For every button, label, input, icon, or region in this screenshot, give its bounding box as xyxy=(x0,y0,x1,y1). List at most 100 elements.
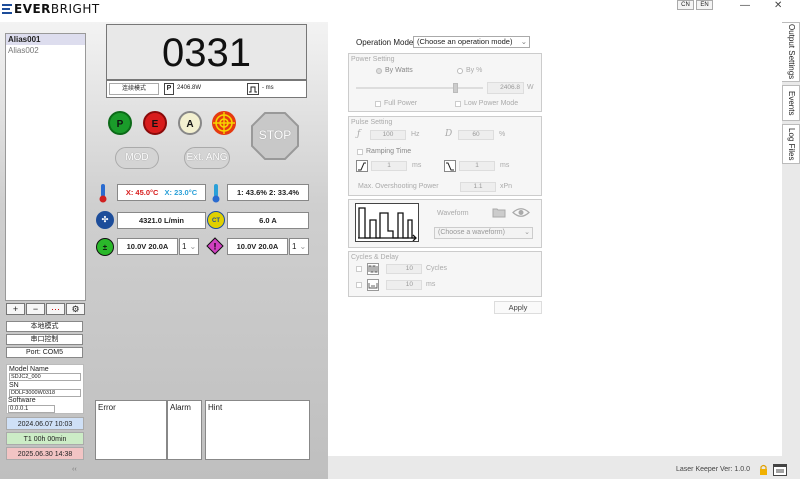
delay-icon xyxy=(367,279,379,291)
cycles-input[interactable]: 10 xyxy=(386,264,422,274)
mode-label: 连续模式 xyxy=(109,83,159,95)
ps2-box: 10.0V 20.0A xyxy=(227,238,288,255)
low-power-label: Low Power Mode xyxy=(464,100,519,107)
operation-mode-select[interactable]: (Choose an operation mode) ⌄ xyxy=(413,36,530,48)
add-button[interactable]: + xyxy=(6,303,25,315)
flow-icon: ✣ xyxy=(96,211,114,229)
remove-button[interactable]: − xyxy=(26,303,45,315)
overshoot-unit: xPn xyxy=(500,183,513,190)
collapse-icon[interactable]: ‹‹ xyxy=(72,466,77,473)
mod-button[interactable]: MOD xyxy=(115,147,159,169)
tab-events[interactable]: Events xyxy=(782,85,800,121)
power-slider-track[interactable] xyxy=(356,87,483,89)
alarm-panel: Alarm xyxy=(167,400,202,460)
by-percent-label: By % xyxy=(466,67,483,74)
p-button[interactable]: P xyxy=(108,111,132,135)
power-supply-icon: ± xyxy=(96,238,114,256)
logo-mark-icon xyxy=(2,4,12,14)
software-field: 0.0.0.1 xyxy=(8,405,55,413)
ps1-select[interactable]: 1 ⌄ xyxy=(179,238,199,255)
lang-en-button[interactable]: EN xyxy=(696,0,713,10)
frequency-input[interactable]: 100 xyxy=(370,130,406,140)
waveform-select[interactable]: (Choose a waveform) ⌄ xyxy=(434,227,533,239)
humidity-icon xyxy=(210,183,222,203)
current-ct-icon: CT xyxy=(207,211,225,229)
list-item[interactable]: Alias001 xyxy=(6,34,85,45)
software-label: Software xyxy=(8,397,36,404)
model-field: SDJC2_000 xyxy=(9,373,81,381)
power-input[interactable]: 2406.8 xyxy=(487,82,524,94)
stop-button[interactable]: STOP xyxy=(251,112,299,160)
ext-ang-button[interactable]: Ext. ANG xyxy=(184,147,230,169)
temp-x2: X: 23.0°C xyxy=(164,188,198,197)
lang-cn-button[interactable]: CN xyxy=(677,0,694,10)
close-button[interactable]: ✕ xyxy=(774,0,782,11)
ramping-time-label: Ramping Time xyxy=(366,148,412,155)
sn-field: DDLF3000W0318 xyxy=(9,389,81,397)
status-subpanel: 连续模式 P 2406.8W - ms xyxy=(106,80,307,98)
waveform-preview-icon xyxy=(355,203,419,242)
temp-x1: X: 45.0°C xyxy=(125,188,159,197)
tab-log-files[interactable]: Log Files xyxy=(782,124,800,164)
ramp-down-input[interactable]: 1 xyxy=(459,161,495,171)
low-power-checkbox[interactable] xyxy=(455,101,461,107)
ps2-select[interactable]: 1 ⌄ xyxy=(289,238,309,255)
power-slider-handle[interactable] xyxy=(453,83,458,93)
stop-label: STOP xyxy=(258,128,292,142)
main-code-display: 0331 xyxy=(106,24,307,80)
aim-target-icon[interactable] xyxy=(211,110,237,136)
brand-logo: EVER BRIGHT xyxy=(2,2,100,16)
chevron-down-icon: ⌄ xyxy=(520,37,527,46)
tab-output-settings[interactable]: Output Settings xyxy=(782,22,800,82)
eye-icon[interactable] xyxy=(512,207,530,218)
duty-input[interactable]: 60 xyxy=(458,130,494,140)
console-icon[interactable] xyxy=(773,464,787,476)
settings-gear-icon[interactable]: ⚙ xyxy=(66,303,85,315)
delay-checkbox[interactable] xyxy=(356,282,362,288)
by-watts-label: By Watts xyxy=(385,67,413,74)
connect-button[interactable]: ⋯ xyxy=(46,303,65,315)
list-item[interactable]: Alias002 xyxy=(6,45,85,56)
current-box: 6.0 A xyxy=(227,212,309,229)
ramp-down-icon xyxy=(444,160,456,172)
folder-icon[interactable] xyxy=(492,207,506,218)
by-watts-radio[interactable] xyxy=(376,68,382,74)
full-power-checkbox[interactable] xyxy=(375,101,381,107)
ramp-down-unit: ms xyxy=(500,162,510,169)
ps1-box: 10.0V 20.0A xyxy=(117,238,178,255)
lock-icon[interactable] xyxy=(759,464,768,475)
chevron-down-icon: ⌄ xyxy=(524,229,530,236)
local-mode-button[interactable]: 本地模式 xyxy=(6,321,83,332)
apply-button[interactable]: Apply xyxy=(494,301,542,314)
by-percent-radio[interactable] xyxy=(457,68,463,74)
ramp-up-unit: ms xyxy=(412,162,422,169)
power-unit: W xyxy=(527,84,534,91)
install-date: 2024.06.07 10:03 xyxy=(6,417,84,430)
serial-control-button[interactable]: 串口控制 xyxy=(6,334,83,345)
frequency-icon: ƒ xyxy=(357,129,361,139)
version-label: Ver: 1.0.0 xyxy=(720,466,750,473)
port-button[interactable]: Port: COM5 xyxy=(6,347,83,358)
time-value: - ms xyxy=(262,85,274,91)
ramping-time-checkbox[interactable] xyxy=(357,149,363,155)
cycles-checkbox[interactable] xyxy=(356,266,362,272)
full-power-label: Full Power xyxy=(384,100,418,107)
overshoot-input[interactable]: 1.1 xyxy=(460,182,496,192)
e-button[interactable]: E xyxy=(143,111,167,135)
svg-text:!: ! xyxy=(214,242,217,252)
expire-date: 2025.06.30 14:38 xyxy=(6,447,84,460)
a-button[interactable]: A xyxy=(178,111,202,135)
max-overshoot-label: Max. Overshooting Power xyxy=(358,183,439,190)
waveform-label: Waveform xyxy=(437,210,469,217)
temperature-box: X: 45.0°C X: 23.0°C xyxy=(117,184,206,201)
duty-icon: D xyxy=(445,129,453,139)
ramp-up-input[interactable]: 1 xyxy=(371,161,407,171)
hint-panel: Hint xyxy=(205,400,310,460)
minimize-button[interactable]: — xyxy=(740,0,750,11)
timer-display: T1 00h 00min xyxy=(6,432,84,445)
humidity-box: 1: 43.6% 2: 33.4% xyxy=(227,184,309,201)
delay-input[interactable]: 10 xyxy=(386,280,422,290)
cycles-unit: Cycles xyxy=(426,265,448,272)
duty-unit: % xyxy=(499,131,506,138)
device-list[interactable]: Alias001 Alias002 xyxy=(5,33,86,301)
